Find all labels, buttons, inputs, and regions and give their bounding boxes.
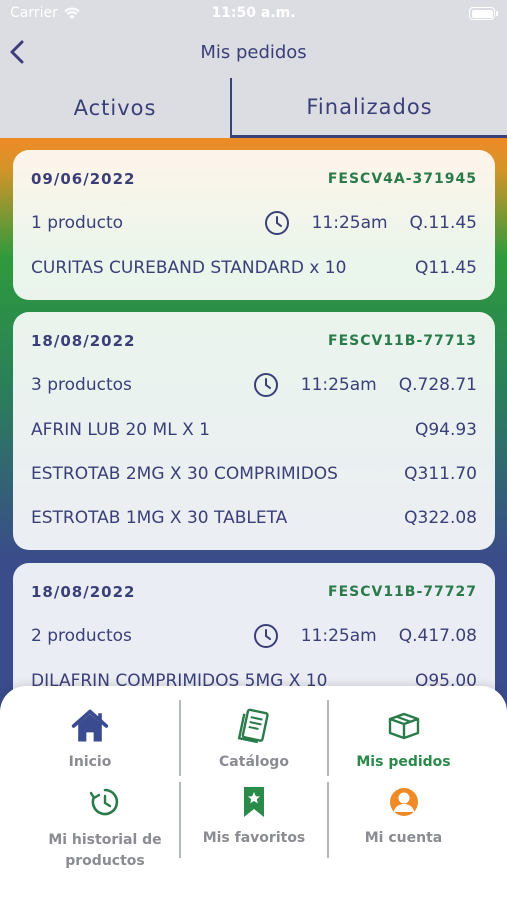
menu-label: Mis favoritos — [202, 830, 306, 846]
history-icon — [85, 786, 125, 818]
menu-label: Mi historial de productos — [48, 832, 162, 869]
clock-icon — [253, 373, 278, 397]
order-item-price: Q11.45 — [414, 258, 477, 278]
divider — [327, 782, 329, 858]
menu-mi-historial[interactable]: Mi historial de productos — [30, 786, 180, 872]
order-time: 11:25am — [300, 375, 377, 395]
order-code: FESCV11B-77727 — [328, 584, 477, 600]
order-item-name: CURITAS CUREBAND STANDARD x 10 — [31, 258, 347, 278]
bookmark-icon — [234, 786, 274, 818]
order-code: FESCV4A-371945 — [327, 171, 477, 187]
tab-bar: Activos Finalizados — [0, 78, 507, 138]
tab-activos[interactable]: Activos — [0, 78, 230, 138]
nav-bar: Mis pedidos — [0, 28, 507, 78]
box-icon — [384, 706, 424, 746]
menu-mis-favoritos[interactable]: Mis favoritos — [184, 786, 324, 846]
order-item-price: Q94.93 — [414, 420, 477, 440]
order-card[interactable]: 18/08/2022 FESCV11B-77713 3 productos 11… — [13, 312, 495, 550]
order-total: Q.728.71 — [398, 375, 477, 395]
order-card[interactable]: 09/06/2022 FESCV4A-371945 1 producto 11:… — [13, 150, 495, 300]
battery-icon — [469, 7, 498, 20]
order-item-price: Q322.08 — [404, 508, 477, 528]
order-item-name: AFRIN LUB 20 ML X 1 — [31, 420, 210, 440]
order-date: 18/08/2022 — [31, 332, 136, 350]
clock-icon — [264, 211, 289, 235]
page-title: Mis pedidos — [200, 42, 307, 63]
divider — [179, 700, 181, 776]
status-bar: Carrier 11:50 a.m. — [0, 0, 507, 28]
order-date: 09/06/2022 — [31, 170, 136, 188]
order-date: 18/08/2022 — [31, 583, 136, 601]
order-code: FESCV11B-77713 — [328, 333, 477, 349]
order-total: Q.417.08 — [398, 626, 477, 646]
catalog-icon — [234, 706, 274, 746]
user-icon — [384, 786, 424, 818]
menu-label: Mis pedidos — [356, 754, 451, 770]
menu-mis-pedidos[interactable]: Mis pedidos — [331, 706, 476, 770]
order-item-name: ESTROTAB 1MG X 30 TABLETA — [31, 508, 288, 528]
tab-finalizados[interactable]: Finalizados — [230, 78, 507, 138]
menu-label: Catálogo — [219, 754, 289, 770]
menu-mi-cuenta[interactable]: Mi cuenta — [331, 786, 476, 846]
home-icon — [70, 706, 110, 746]
order-time: 11:25am — [300, 626, 377, 646]
menu-catalogo[interactable]: Catálogo — [184, 706, 324, 770]
clock-icon — [253, 624, 278, 648]
order-item-name: ESTROTAB 2MG X 30 COMPRIMIDOS — [31, 464, 338, 484]
menu-label: Inicio — [68, 754, 112, 770]
order-total: Q.11.45 — [409, 213, 477, 233]
order-item-price: Q311.70 — [404, 464, 477, 484]
order-product-count: 3 productos — [31, 375, 132, 395]
order-product-count: 1 producto — [31, 213, 124, 233]
order-product-count: 2 productos — [31, 626, 132, 646]
divider — [327, 700, 329, 776]
status-time: 11:50 a.m. — [211, 5, 296, 21]
menu-label: Mi cuenta — [364, 830, 443, 846]
menu-inicio[interactable]: Inicio — [20, 706, 160, 770]
bottom-menu-sheet: Inicio Catálogo Mis pedidos Mi historial… — [0, 686, 507, 900]
order-time: 11:25am — [311, 213, 388, 233]
